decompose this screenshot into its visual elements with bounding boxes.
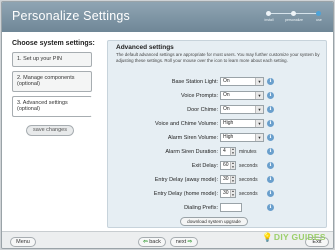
setting-label: Entry Delay (home mode): [153,191,218,197]
setting-row-voice-chime-volume: Voice and Chime Volume: High ▼ i [108,119,328,129]
info-icon[interactable]: i [267,78,274,85]
setting-label: Alarm Siren Volume: [167,135,218,141]
setting-label: Alarm Siren Duration: [165,149,218,155]
info-icon[interactable]: i [267,162,274,169]
stepper-dot-personalize [291,11,296,16]
back-label: back [149,239,161,245]
select-value: High [223,120,234,126]
stepper-value: 60 [223,162,229,168]
watermark-text: DIY GUIDES [273,232,326,242]
download-upgrade-button[interactable]: download system upgrade [180,217,248,226]
setting-label: Entry Delay (away mode): [154,177,218,183]
panel-description: The default advanced settings are approp… [116,52,320,63]
back-button[interactable]: ⇦ back [138,237,166,247]
sidebar: Choose system settings: 1. Set up your P… [12,40,96,136]
setting-label: Voice and Chime Volume: [155,121,218,127]
sidebar-step-advanced[interactable]: 3. Advanced settings (optional) [12,95,92,117]
setting-label: Door Chime: [187,107,218,113]
select-value: High [223,134,234,140]
stepper-label-personalize: personalize [285,18,303,22]
select-value: On [223,78,230,84]
info-icon[interactable]: i [267,106,274,113]
door-chime-select[interactable]: On ▼ [220,105,264,114]
entry-delay-home-stepper[interactable]: 30 ▲ ▼ [220,189,236,198]
spinner-arrows-icon[interactable]: ▲ ▼ [230,161,235,169]
info-icon[interactable]: i [267,92,274,99]
sidebar-step-label: 1. Set up your PIN [17,56,62,62]
stepper-value: 30 [223,190,229,196]
lightbulb-icon: 💡 [262,232,273,242]
info-icon[interactable]: i [267,120,274,127]
select-value: On [223,92,230,98]
chevron-down-icon: ▼ [255,106,263,113]
chevron-down-icon: ▼ [255,120,263,127]
menu-button[interactable]: Menu [10,237,36,247]
sidebar-heading: Choose system settings: [12,40,95,47]
unit-label: seconds [239,163,258,169]
sidebar-step-components[interactable]: 2. Manage components (optional) [12,70,92,92]
setting-row-dialing-prefix: Dialing Prefix: i [108,203,328,213]
unit-label: seconds [239,191,258,197]
spinner-arrows-icon[interactable]: ▲ ▼ [230,175,235,183]
setting-row-base-station-light: Base Station Light: On ▼ i [108,77,328,87]
base-station-light-select[interactable]: On ▼ [220,77,264,86]
app-window: Personalize Settings install personalize… [1,1,334,249]
setting-label: Exit Delay: [191,163,218,169]
page-title: Personalize Settings [12,9,130,23]
next-button[interactable]: next ⇨ [170,237,198,247]
setting-row-alarm-siren-volume: Alarm Siren Volume: High ▼ i [108,133,328,143]
next-label: next [175,239,187,245]
voice-prompts-select[interactable]: On ▼ [220,91,264,100]
dialing-prefix-input[interactable] [220,203,242,212]
chevron-down-icon: ▼ [255,92,263,99]
save-changes-button[interactable]: save changes [26,124,74,136]
voice-chime-volume-select[interactable]: High ▼ [220,119,264,128]
stepper-value: 4 [223,148,226,154]
advanced-settings-panel: Advanced settings The default advanced s… [107,40,327,228]
setting-row-entry-delay-away: Entry Delay (away mode): 30 ▲ ▼ seconds i [108,175,328,185]
alarm-siren-volume-select[interactable]: High ▼ [220,133,264,142]
info-icon[interactable]: i [267,204,274,211]
spinner-arrows-icon[interactable]: ▲ ▼ [230,189,235,197]
setting-label: Voice Prompts: [181,93,218,99]
stepper-dot-use [316,11,321,16]
arrow-left-icon: ⇦ [143,239,148,245]
spinner-arrows-icon[interactable]: ▲ ▼ [230,147,235,155]
sidebar-step-pin[interactable]: 1. Set up your PIN [12,52,92,67]
setting-row-entry-delay-home: Entry Delay (home mode): 30 ▲ ▼ seconds i [108,189,328,199]
setting-label: Dialing Prefix: [184,205,218,211]
info-icon[interactable]: i [267,176,274,183]
exit-delay-stepper[interactable]: 60 ▲ ▼ [220,161,236,170]
unit-label: minutes [239,149,257,155]
stepper-dot-install [266,11,271,16]
setting-row-door-chime: Door Chime: On ▼ i [108,105,328,115]
select-value: On [223,106,230,112]
stepper-value: 30 [223,176,229,182]
stepper-label-use: use [316,18,322,22]
progress-stepper: install personalize use [263,8,325,26]
watermark-logo: 💡DIY GUIDES [262,232,326,243]
sidebar-step-label: 3. Advanced settings (optional) [17,99,68,113]
info-icon[interactable]: i [267,190,274,197]
panel-title: Advanced settings [116,44,174,51]
title-bar: Personalize Settings install personalize… [2,2,333,32]
entry-delay-away-stepper[interactable]: 30 ▲ ▼ [220,175,236,184]
setting-row-exit-delay: Exit Delay: 60 ▲ ▼ seconds i [108,161,328,171]
setting-row-voice-prompts: Voice Prompts: On ▼ i [108,91,328,101]
stepper-label-install: install [264,18,274,22]
unit-label: seconds [239,177,258,183]
info-icon[interactable]: i [267,148,274,155]
info-icon[interactable]: i [267,134,274,141]
chevron-down-icon: ▼ [255,134,263,141]
setting-row-alarm-siren-duration: Alarm Siren Duration: 4 ▲ ▼ minutes i [108,147,328,157]
setting-label: Base Station Light: [171,79,218,85]
sidebar-step-label: 2. Manage components (optional) [17,74,75,88]
arrow-right-icon: ⇨ [187,239,193,245]
chevron-down-icon: ▼ [255,78,263,85]
alarm-siren-duration-stepper[interactable]: 4 ▲ ▼ [220,147,236,156]
